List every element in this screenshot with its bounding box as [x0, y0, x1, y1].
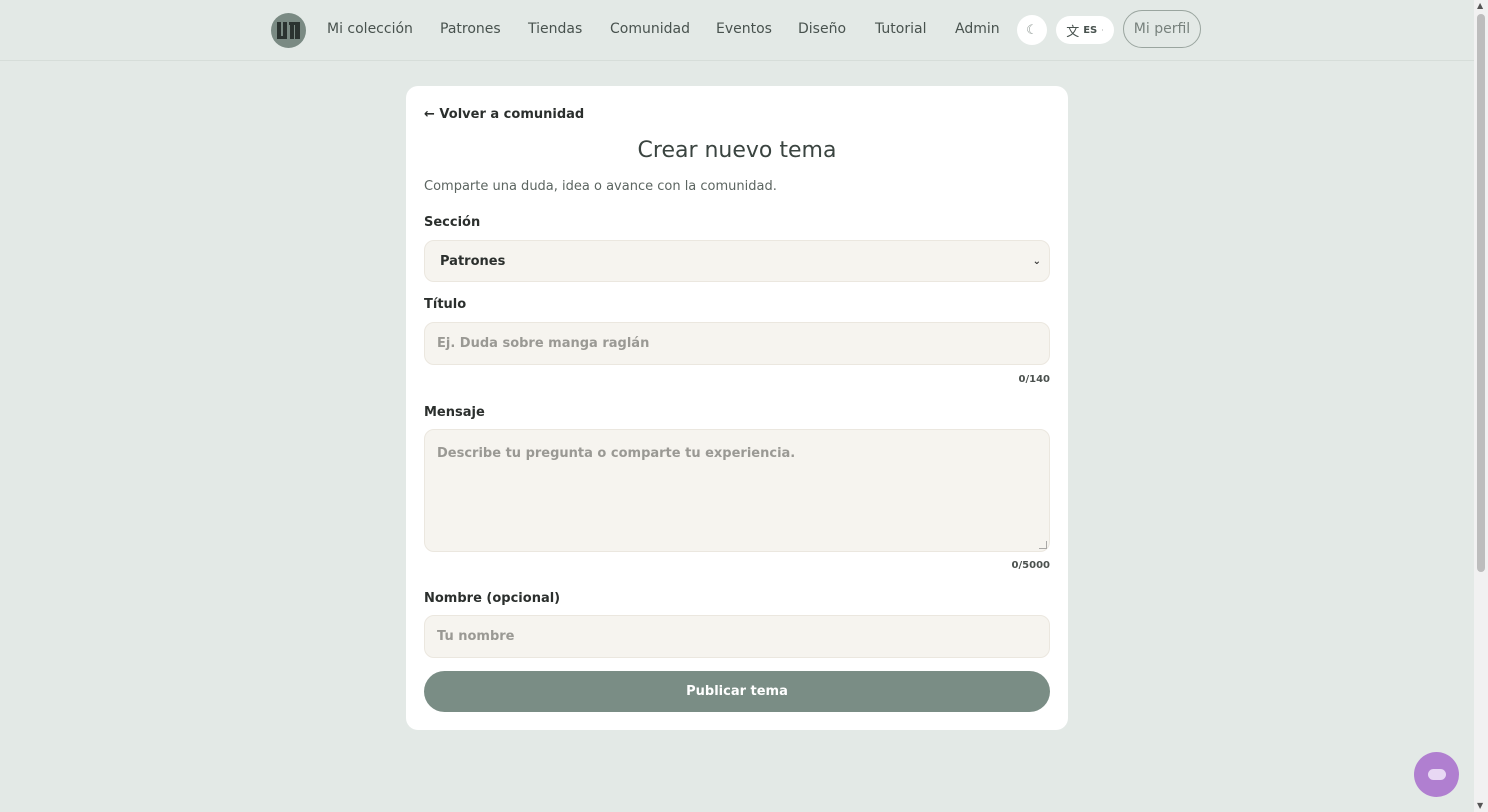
name-label: Nombre (opcional) — [424, 591, 561, 606]
scrollbar[interactable]: ▲ ▼ — [1474, 0, 1488, 812]
back-to-community-link[interactable]: ← Volver a comunidad — [424, 107, 584, 122]
scroll-thumb[interactable] — [1477, 14, 1485, 572]
nav-comunidad[interactable]: Comunidad — [610, 21, 690, 37]
nav-tutorial[interactable]: Tutorial — [875, 21, 926, 37]
message-placeholder: Describe tu pregunta o comparte tu exper… — [437, 446, 796, 461]
nav-admin[interactable]: Admin — [955, 21, 1000, 37]
nav-patrones[interactable]: Patrones — [440, 21, 501, 37]
scroll-down-icon[interactable]: ▼ — [1477, 801, 1483, 810]
profile-button[interactable]: Mi perfil — [1123, 10, 1201, 48]
title-placeholder: Ej. Duda sobre manga raglán — [437, 336, 650, 351]
page-title: Crear nuevo tema — [637, 138, 837, 163]
chat-bubble-icon — [1427, 769, 1446, 780]
nav-diseno[interactable]: Diseño — [798, 21, 846, 37]
title-label: Título — [424, 297, 467, 312]
publish-topic-button[interactable]: Publicar tema — [424, 671, 1050, 712]
chat-button[interactable] — [1414, 752, 1459, 797]
message-char-counter: 0/5000 — [1011, 560, 1050, 571]
name-placeholder: Tu nombre — [437, 629, 515, 644]
title-input[interactable]: Ej. Duda sobre manga raglán — [424, 322, 1050, 365]
section-select-value: Patrones — [440, 253, 506, 269]
scroll-up-icon[interactable]: ▲ — [1477, 1, 1483, 10]
logo-icon — [277, 22, 300, 39]
moon-icon: ☾ — [1026, 22, 1038, 38]
name-input[interactable]: Tu nombre — [424, 615, 1050, 658]
message-label: Mensaje — [424, 405, 485, 420]
chevron-down-icon: ⌄ — [1032, 255, 1041, 267]
create-topic-card: ← Volver a comunidad Crear nuevo tema Co… — [406, 86, 1068, 730]
resize-handle-icon[interactable] — [1039, 541, 1047, 549]
top-navigation: Mi colección Patrones Tiendas Comunidad … — [0, 0, 1474, 61]
logo[interactable] — [271, 13, 306, 48]
translate-icon: 文 — [1066, 24, 1080, 40]
title-char-counter: 0/140 — [1018, 374, 1050, 385]
nav-mi-coleccion[interactable]: Mi colección — [327, 21, 413, 37]
nav-tiendas[interactable]: Tiendas — [528, 21, 582, 37]
message-textarea[interactable]: Describe tu pregunta o comparte tu exper… — [424, 429, 1050, 552]
language-selector[interactable]: 文 ES · — [1056, 16, 1114, 44]
language-code: ES — [1083, 24, 1098, 36]
theme-toggle-button[interactable]: ☾ — [1017, 15, 1047, 45]
section-select[interactable]: Patrones ⌄ — [424, 240, 1050, 282]
chevron-down-icon: · — [1101, 25, 1104, 35]
nav-eventos[interactable]: Eventos — [716, 21, 772, 37]
section-label: Sección — [424, 215, 481, 230]
page-subtitle: Comparte una duda, idea o avance con la … — [424, 179, 777, 194]
